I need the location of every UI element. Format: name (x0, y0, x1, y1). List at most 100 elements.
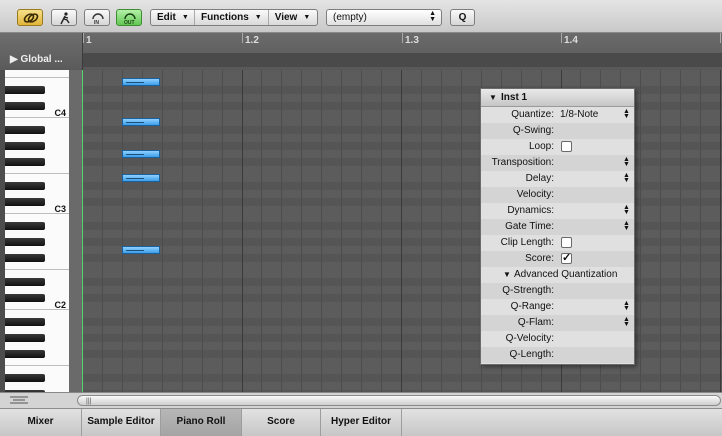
stepper-icon[interactable]: ▲ ▼ (623, 204, 630, 216)
tab-sample-editor[interactable]: Sample Editor (82, 409, 161, 436)
black-key[interactable] (5, 198, 45, 206)
functions-menu[interactable]: Functions ▼ (195, 10, 269, 25)
parameter-row: Q-Flam: ▲ ▼ (481, 315, 634, 331)
parameter-checkbox[interactable]: ✓ (561, 253, 572, 264)
parameter-label: Loop: (528, 141, 554, 152)
stepper-icon: ▲ ▼ (429, 10, 436, 23)
white-key-divider (5, 269, 69, 270)
toolbar: IN OUT Edit ▼ Functions ▼ View ▼ (empty) ▲ ▼… (0, 0, 722, 33)
parameter-row: Score: ✓ (481, 251, 634, 267)
bar-ruler[interactable]: 1 1.2 1.3 1.4 (82, 33, 722, 70)
black-key[interactable] (5, 294, 45, 302)
grid-division-line (680, 70, 681, 392)
parameter-row: Q-Velocity: (481, 331, 634, 347)
black-key[interactable] (5, 278, 45, 286)
stepper-icon[interactable]: ▲ ▼ (623, 300, 630, 312)
ruler-tick (720, 33, 721, 43)
disclosure-triangle-icon[interactable]: ▼ (489, 93, 497, 102)
parameter-label: Dynamics: (507, 205, 554, 216)
ruler-bar-label: 1 (86, 35, 92, 46)
grid-division-line (341, 70, 342, 392)
black-key[interactable] (5, 158, 45, 166)
parameter-label: Q-Flam: (517, 317, 554, 328)
grid-division-line (102, 70, 103, 392)
parameter-value[interactable]: 1/8-Note (560, 109, 598, 120)
piano-keyboard[interactable]: C4 C3 C2 (5, 70, 70, 392)
ruler-tick (242, 33, 243, 43)
link-button[interactable] (17, 9, 43, 26)
parameter-label: Velocity: (516, 189, 554, 200)
tab-piano-roll[interactable]: Piano Roll (161, 409, 242, 436)
dropdown-arrow-icon: ▼ (303, 14, 311, 21)
parameter-row: Q-Range: ▲ ▼ (481, 299, 634, 315)
midi-out-button[interactable]: OUT (116, 9, 142, 26)
scrollbar-grip-icon: ||| (86, 398, 92, 405)
catch-button[interactable] (51, 9, 77, 26)
grid-division-line (421, 70, 422, 392)
stepper-icon[interactable]: ▲ ▼ (623, 156, 630, 168)
black-key[interactable] (5, 334, 45, 342)
view-menu[interactable]: View ▼ (269, 10, 317, 25)
ruler-marker-track[interactable] (83, 53, 722, 67)
black-key[interactable] (5, 182, 45, 190)
region-parameter-header[interactable]: ▼ Inst 1 (481, 89, 634, 107)
parameter-checkbox[interactable] (561, 141, 572, 152)
note-velocity-line (126, 250, 144, 251)
grid-division-line (461, 70, 462, 392)
midi-in-button[interactable]: IN (84, 9, 110, 26)
parameter-label: Q-Length: (509, 349, 554, 360)
grid-division-line (301, 70, 302, 392)
tab-score[interactable]: Score (242, 409, 321, 436)
parameter-row: Transposition: ▲ ▼ (481, 155, 634, 171)
midi-note[interactable] (122, 174, 160, 182)
grid-beat-line (401, 70, 402, 392)
parameter-label: Score: (525, 253, 554, 264)
midi-note[interactable] (122, 118, 160, 126)
scrollbar-thumb[interactable] (77, 395, 721, 406)
edit-menu[interactable]: Edit ▼ (151, 10, 195, 25)
black-key[interactable] (5, 126, 45, 134)
ruler-bar-label: 1.3 (405, 35, 419, 46)
parameter-label: Q-Range: (510, 301, 554, 312)
midi-note[interactable] (122, 246, 160, 254)
tab-mixer[interactable]: Mixer (0, 409, 82, 436)
black-key[interactable] (5, 374, 45, 382)
horizontal-scrollbar[interactable]: ||| (0, 392, 722, 409)
black-key[interactable] (5, 238, 45, 246)
disclosure-triangle-icon[interactable]: ▼ (503, 270, 511, 279)
parameter-row: Q-Strength: (481, 283, 634, 299)
zoom-icon[interactable] (8, 395, 30, 405)
black-key[interactable] (5, 142, 45, 150)
global-tracks-toggle[interactable]: ▶ Global ... (10, 54, 63, 65)
parameter-checkbox[interactable] (561, 237, 572, 248)
white-key-divider (5, 117, 69, 118)
black-key[interactable] (5, 86, 45, 94)
white-key-divider (5, 77, 69, 78)
black-key[interactable] (5, 318, 45, 326)
black-key[interactable] (5, 102, 45, 110)
note-velocity-line (126, 154, 144, 155)
black-key[interactable] (5, 222, 45, 230)
playhead[interactable] (82, 70, 83, 392)
stepper-icon[interactable]: ▲ ▼ (623, 108, 630, 120)
grid-division-line (202, 70, 203, 392)
grid-division-line (441, 70, 442, 392)
ruler-tick (83, 33, 84, 43)
grid-beat-line (720, 70, 721, 392)
stepper-icon[interactable]: ▲ ▼ (623, 316, 630, 328)
white-key-divider (5, 365, 69, 366)
stepper-icon[interactable]: ▲ ▼ (623, 220, 630, 232)
quantize-select[interactable]: (empty) ▲ ▼ (326, 9, 442, 26)
black-key[interactable] (5, 350, 45, 358)
parameter-row: Velocity: (481, 187, 634, 203)
view-menu-label: View (274, 12, 298, 23)
stepper-icon[interactable]: ▲ ▼ (623, 172, 630, 184)
black-key[interactable] (5, 254, 45, 262)
midi-note[interactable] (122, 150, 160, 158)
svg-text:OUT: OUT (124, 20, 135, 26)
advanced-quantization-header[interactable]: ▼ Advanced Quantization (481, 267, 634, 283)
midi-note[interactable] (122, 78, 160, 86)
tab-hyper-editor[interactable]: Hyper Editor (321, 409, 402, 436)
midi-out-icon: OUT (124, 13, 136, 26)
quantize-button[interactable]: Q (450, 9, 475, 26)
